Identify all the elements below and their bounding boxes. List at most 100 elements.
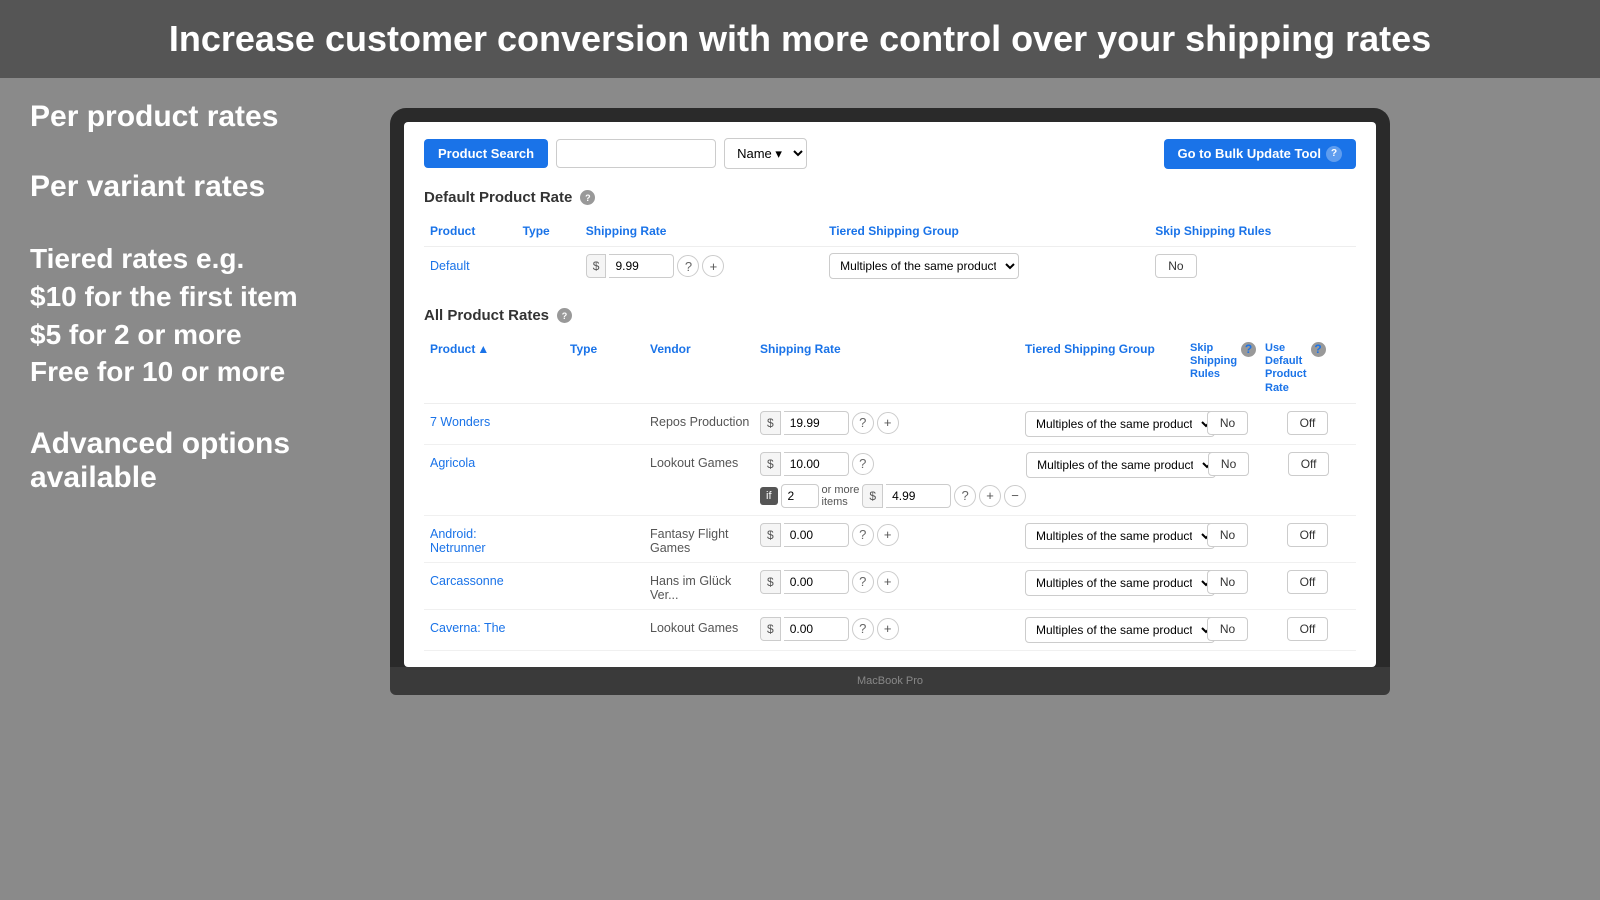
toolbar: Product Search Name ▾ Go to Bulk Update … xyxy=(424,138,1356,169)
default-rate-help-icon[interactable]: ? xyxy=(677,255,699,277)
add-icon-caverna[interactable]: + xyxy=(877,618,899,640)
vendor-cell-android: Fantasy Flight Games xyxy=(650,523,760,555)
feature-per-variant: Per variant rates xyxy=(30,170,400,204)
laptop-bottom: MacBook Pro xyxy=(390,667,1390,695)
product-link-carcassonne[interactable]: Carcassonne xyxy=(430,574,504,588)
dollar-sign: $ xyxy=(760,452,781,476)
default-rate-input[interactable] xyxy=(609,254,674,278)
vendor-cell-caverna: Lookout Games xyxy=(650,617,760,635)
tiered-select-carcassonne[interactable]: Multiples of the same product xyxy=(1025,570,1215,596)
dollar-sign-2: $ xyxy=(862,484,883,508)
all-col-shipping-rate: Shipping Rate xyxy=(760,342,1025,395)
default-rate-group: $ ? + xyxy=(586,254,817,278)
default-cell-agricola: Off xyxy=(1266,452,1351,476)
default-cell-carcassonne: Off xyxy=(1265,570,1350,594)
default-skip-btn[interactable]: No xyxy=(1155,254,1196,278)
all-col-type: Type xyxy=(570,342,650,395)
tiered-cell-caverna: Multiples of the same product xyxy=(1025,617,1190,643)
help-icon-caverna[interactable]: ? xyxy=(852,618,874,640)
rate-input-android[interactable] xyxy=(784,523,849,547)
default-tiered-select[interactable]: Multiples of the same product xyxy=(829,253,1019,279)
add-icon-android[interactable]: + xyxy=(877,524,899,546)
skip-btn-7wonders[interactable]: No xyxy=(1207,411,1248,435)
col-tiered-group: Tiered Shipping Group xyxy=(823,220,1149,247)
skip-cell-caverna: No xyxy=(1190,617,1265,641)
all-col-skip: SkipShippingRules? xyxy=(1190,342,1265,395)
default-btn-android[interactable]: Off xyxy=(1287,523,1329,547)
table-row: Agricola Lookout Games $ ? xyxy=(424,445,1356,516)
default-btn-caverna[interactable]: Off xyxy=(1287,617,1329,641)
feature-per-product: Per product rates xyxy=(30,100,400,134)
feature-tiered: Tiered rates e.g. $10 for the first item… xyxy=(30,240,400,391)
dollar-sign: $ xyxy=(586,254,607,278)
tiered-select-caverna[interactable]: Multiples of the same product xyxy=(1025,617,1215,643)
vendor-cell-carcassonne: Hans im Glück Ver... xyxy=(650,570,760,602)
product-cell-carcassonne: Carcassonne xyxy=(430,570,570,588)
laptop-screen: Product Search Name ▾ Go to Bulk Update … xyxy=(404,122,1376,667)
add-icon-7wonders[interactable]: + xyxy=(877,412,899,434)
product-cell: 7 Wonders xyxy=(430,411,570,429)
default-btn-carcassonne[interactable]: Off xyxy=(1287,570,1329,594)
app-content: Product Search Name ▾ Go to Bulk Update … xyxy=(404,122,1376,667)
default-product-rate-section: Default Product Rate ? Product Type Ship… xyxy=(424,189,1356,285)
skip-btn-carcassonne[interactable]: No xyxy=(1207,570,1248,594)
product-link-7wonders[interactable]: 7 Wonders xyxy=(430,415,490,429)
skip-btn-android[interactable]: No xyxy=(1207,523,1248,547)
rate-input-agricola-2[interactable] xyxy=(886,484,951,508)
add-icon-agricola[interactable]: + xyxy=(979,485,1001,507)
default-rate-row: Default $ ? + xyxy=(424,247,1356,286)
help-icon-agricola-1[interactable]: ? xyxy=(852,453,874,475)
product-link-agricola[interactable]: Agricola xyxy=(430,456,475,470)
help-icon-carcassonne[interactable]: ? xyxy=(852,571,874,593)
product-link-caverna[interactable]: Caverna: The xyxy=(430,621,506,635)
tier-qty-agricola[interactable] xyxy=(781,484,819,508)
default-rate-add-icon[interactable]: + xyxy=(702,255,724,277)
help-icon-agricola-2[interactable]: ? xyxy=(954,485,976,507)
skip-btn-caverna[interactable]: No xyxy=(1207,617,1248,641)
add-icon-carcassonne[interactable]: + xyxy=(877,571,899,593)
search-input[interactable] xyxy=(556,139,716,168)
default-btn-7wonders[interactable]: Off xyxy=(1287,411,1329,435)
product-search-button[interactable]: Product Search xyxy=(424,139,548,168)
vendor-cell-agricola: Lookout Games xyxy=(650,452,760,470)
remove-icon-agricola[interactable]: − xyxy=(1004,485,1026,507)
name-select[interactable]: Name ▾ xyxy=(724,138,807,169)
tiered-cell-android: Multiples of the same product xyxy=(1025,523,1190,549)
help-icon-7wonders[interactable]: ? xyxy=(852,412,874,434)
skip-cell-android: No xyxy=(1190,523,1265,547)
help-icon-android[interactable]: ? xyxy=(852,524,874,546)
table-row: Carcassonne Hans im Glück Ver... $ ? xyxy=(424,563,1356,610)
tiered-cell-agricola: Multiples of the same product xyxy=(1026,452,1191,478)
skip-btn-agricola[interactable]: No xyxy=(1208,452,1249,476)
default-cell-7wonders: Off xyxy=(1265,411,1350,435)
rate-input-7wonders[interactable] xyxy=(784,411,849,435)
tiered-select-7wonders[interactable]: Multiples of the same product xyxy=(1025,411,1215,437)
tiered-select-agricola[interactable]: Multiples of the same product xyxy=(1026,452,1216,478)
default-rate-table: Product Type Shipping Rate Tiered Shippi… xyxy=(424,220,1356,285)
bulk-update-help-icon: ? xyxy=(1326,146,1342,162)
feature-advanced: Advanced options available xyxy=(30,427,400,495)
sort-arrow: ▲ xyxy=(477,342,489,356)
all-col-tiered: Tiered Shipping Group xyxy=(1025,342,1190,395)
col-shipping-rate: Shipping Rate xyxy=(580,220,823,247)
rate-input-caverna[interactable] xyxy=(784,617,849,641)
bulk-update-label: Go to Bulk Update Tool xyxy=(1178,146,1321,161)
rate-input-agricola-1[interactable] xyxy=(784,452,849,476)
default-section-title: Default Product Rate ? xyxy=(424,189,1356,206)
product-cell-caverna: Caverna: The xyxy=(430,617,570,635)
rate-cell-7wonders: $ ? + xyxy=(760,411,1025,435)
tiered-cell-7wonders: Multiples of the same product xyxy=(1025,411,1190,437)
default-product-link[interactable]: Default xyxy=(430,259,470,273)
default-cell-caverna: Off xyxy=(1265,617,1350,641)
default-btn-agricola[interactable]: Off xyxy=(1288,452,1330,476)
table-row: Android:Netrunner Fantasy Flight Games $… xyxy=(424,516,1356,563)
laptop-wrapper: Product Search Name ▾ Go to Bulk Update … xyxy=(390,108,1390,695)
laptop-frame: Product Search Name ▾ Go to Bulk Update … xyxy=(390,108,1390,695)
bulk-update-button[interactable]: Go to Bulk Update Tool ? xyxy=(1164,139,1356,169)
banner-title: Increase customer conversion with more c… xyxy=(30,18,1570,60)
rate-input-carcassonne[interactable] xyxy=(784,570,849,594)
all-product-rates-section: All Product Rates ? Product ▲ Type Vendo… xyxy=(424,307,1356,651)
tiered-select-android[interactable]: Multiples of the same product xyxy=(1025,523,1215,549)
product-link-android[interactable]: Android:Netrunner xyxy=(430,527,486,555)
or-more-label: or moreitems xyxy=(822,484,860,508)
